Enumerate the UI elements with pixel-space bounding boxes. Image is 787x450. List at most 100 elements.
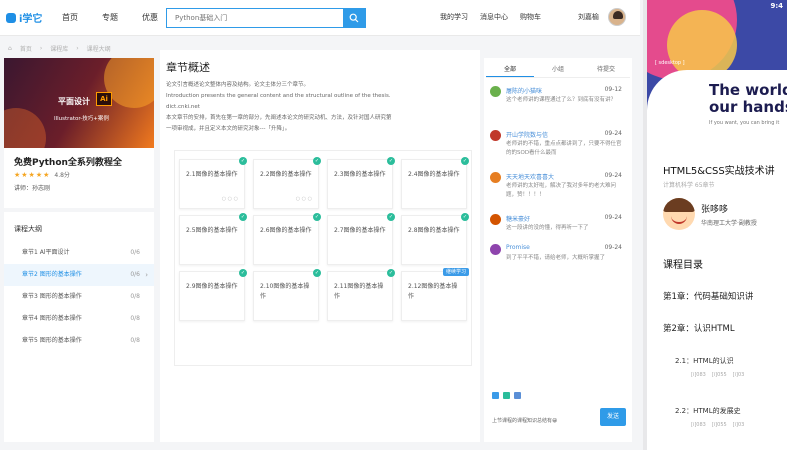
teacher-org: 华南理工大学·副教授 (701, 220, 757, 227)
course-title[interactable]: 免费Python全系列教程全 (14, 155, 122, 168)
chevron-right-icon: › (145, 271, 148, 279)
avatar[interactable] (608, 8, 626, 26)
lesson-label: 2.6图像的基本操作 (260, 227, 312, 234)
teacher-name[interactable]: 张哆哆 (701, 202, 728, 215)
chapter-title: 章节概述 (166, 61, 210, 74)
lesson-card[interactable]: 2.9图像的基本操作 ✓ (179, 269, 247, 321)
lesson-label: 2.1图像的基本操作 (186, 171, 238, 178)
send-button[interactable]: 发送 (600, 408, 626, 426)
illustrator-icon: Ai (96, 92, 112, 106)
outline-heading: 课程大纲 (14, 225, 42, 233)
tab-pending[interactable]: 待提交 (582, 62, 630, 77)
logo[interactable]: i学它 (6, 10, 42, 25)
description-line: 论文引言概述论文整体内容及结构。论文主体分三个章节。 (166, 82, 310, 88)
catalog-chapter[interactable]: 第1章：代码基础知识讲 (663, 290, 753, 302)
commenter-name[interactable]: 屠陈的小猫咪 (506, 86, 542, 95)
commenter-name[interactable]: 天天地天欢喜喜大 (506, 172, 554, 181)
lecturer: 讲师：孙志刚 (14, 185, 51, 192)
top-navbar: i学它 首页 专题 优惠 我的学习 消息中心 购物车 刘嘉榆 (0, 0, 640, 36)
comment-time: 09-24 (604, 172, 622, 179)
breadcrumb-separator: › (76, 45, 79, 52)
description-line: dict.cnki.net (166, 104, 200, 110)
commenter-avatar[interactable] (490, 86, 501, 97)
comment-time: 09-12 (604, 86, 622, 93)
check-icon: ✓ (239, 269, 247, 277)
attach-icon[interactable] (514, 392, 521, 399)
comment-text: 这个老师讲的课程通过了么？到底有没有讲？ (506, 97, 617, 103)
commenter-name[interactable]: 开山学院数与信 (506, 130, 548, 139)
nav-link-topics[interactable]: 专题 (102, 12, 118, 23)
lesson-card[interactable]: 2.6图像的基本操作 ✓ (253, 213, 321, 265)
lesson-card[interactable]: 2.10图像的基本操作 ✓ (253, 269, 321, 321)
course-banner[interactable]: [ sdesktop ] 9:4 The world our hands If … (647, 0, 787, 150)
tab-all[interactable]: 全部 (486, 62, 534, 77)
comment-text: 老师讲的太好啦，解决了我对多年的老大难问题，赞！！！！ (506, 183, 617, 198)
lesson-card[interactable]: 2.1图像的基本操作 ✓ ○ ○ ○ (179, 157, 247, 209)
nav-link-home[interactable]: 首页 (62, 12, 78, 23)
chapter-description: 论文引言概述论文整体内容及结构。论文主体分三个章节。 Introduction … (166, 80, 466, 135)
lesson-card[interactable]: 2.2图像的基本操作 ✓ ○ ○ ○ (253, 157, 321, 209)
lesson-card[interactable]: 2.8图像的基本操作 ✓ (401, 213, 469, 265)
nav-link-deals[interactable]: 优惠 (142, 12, 158, 23)
course-cover-image[interactable]: 平面设计 Ai Illustrator-技巧+案例 (4, 58, 154, 148)
search-input[interactable] (167, 9, 343, 27)
views-count: [i]083 (691, 422, 706, 428)
emoji-icon[interactable] (503, 392, 510, 399)
nav-link-cart[interactable]: 购物车 (520, 12, 541, 22)
lesson-label: 2.2图像的基本操作 (260, 171, 312, 178)
catalog-section[interactable]: 2.1：HTML的认识 (675, 356, 734, 366)
comment-item: 屠陈的小猫咪 09-12 这个老师讲的课程通过了么？到底有没有讲？ (490, 86, 626, 126)
breadcrumb-item[interactable]: 首页 (20, 44, 32, 53)
nav-link-my-learning[interactable]: 我的学习 (440, 12, 468, 22)
search-button[interactable] (343, 9, 365, 27)
mobile-course-meta: 计算机科学 65章节 (663, 182, 715, 189)
comment-item: 开山学院数与信 09-24 老师讲的不错，重点点都讲到了，只要不得仕官的的SOD… (490, 130, 626, 170)
comment-input[interactable]: 上节课程的课程知识总结有😀 (492, 412, 600, 430)
outline-item[interactable]: 章节3 图形的基本操作 0/8 (4, 286, 154, 308)
lesson-card[interactable]: 2.5图像的基本操作 ✓ (179, 213, 247, 265)
lesson-card[interactable]: 2.12图像的基本操作 继续学习 (401, 268, 469, 321)
commenter-avatar[interactable] (490, 214, 501, 225)
lesson-grid: 2.1图像的基本操作 ✓ ○ ○ ○ 2.2图像的基本操作 ✓ ○ ○ ○ 2.3图像的… (179, 157, 469, 377)
outline-item-label: 章节2 图形的基本操作 (22, 271, 82, 278)
outline-item-count: 0/6 (130, 249, 140, 256)
lesson-card[interactable]: 2.11图像的基本操作 ✓ (327, 269, 395, 321)
lesson-card[interactable]: 2.7图像的基本操作 ✓ (327, 213, 395, 265)
outline-item[interactable]: 章节4 图形的基本操作 0/8 (4, 308, 154, 330)
comment-item: 天天地天欢喜喜大 09-24 老师讲的太好啦，解决了我对多年的老大难问题，赞！！… (490, 172, 626, 212)
check-icon: ✓ (313, 213, 321, 221)
tab-group[interactable]: 小组 (534, 62, 582, 77)
outline-item[interactable]: 章节1 Al平面设计 0/6 (4, 242, 154, 264)
lesson-label: 2.10图像的基本操作 (260, 283, 310, 300)
breadcrumb: ⌂ 首页 › 课程库 › 课程大纲 (8, 44, 111, 53)
lesson-card[interactable]: 2.3图像的基本操作 ✓ (327, 157, 395, 209)
catalog-section[interactable]: 2.2：HTML的发展史 (675, 406, 741, 416)
user-nav: 我的学习 消息中心 购物车 (440, 12, 541, 22)
comment-time: 09-24 (604, 244, 622, 251)
commenter-avatar[interactable] (490, 172, 501, 183)
check-icon: ✓ (461, 157, 469, 165)
commenter-avatar[interactable] (490, 130, 501, 141)
continue-learning-badge[interactable]: 继续学习 (442, 268, 469, 276)
check-icon: ✓ (387, 157, 395, 165)
comment-time: 09-24 (604, 214, 622, 221)
lesson-card[interactable]: 2.4图像的基本操作 ✓ (401, 157, 469, 209)
check-icon: ✓ (239, 213, 247, 221)
outline-item-active[interactable]: 章节2 图形的基本操作 0/6 › (4, 264, 154, 286)
commenter-avatar[interactable] (490, 244, 501, 255)
commenter-name[interactable]: 糖米豪好 (506, 214, 530, 223)
teacher-avatar[interactable] (663, 198, 695, 230)
commenter-name[interactable]: Promise (506, 244, 530, 251)
outline-item[interactable]: 章节5 图形的基本操作 0/8 (4, 330, 154, 352)
comment-text: 老师讲的不错，重点点都讲到了，只要不得仕官的的SOD看什么最而 (506, 141, 622, 156)
breadcrumb-item[interactable]: 课程库 (50, 44, 68, 53)
nav-link-messages[interactable]: 消息中心 (480, 12, 508, 22)
catalog-chapter[interactable]: 第2章：认识HTML (663, 322, 735, 334)
check-icon: ✓ (239, 157, 247, 165)
home-icon[interactable]: ⌂ (8, 45, 12, 52)
image-icon[interactable] (492, 392, 499, 399)
outline-item-count: 0/8 (130, 293, 140, 300)
lesson-meta: ○ ○ ○ (221, 196, 238, 202)
username[interactable]: 刘嘉榆 (578, 12, 599, 22)
search-bar (166, 8, 366, 28)
